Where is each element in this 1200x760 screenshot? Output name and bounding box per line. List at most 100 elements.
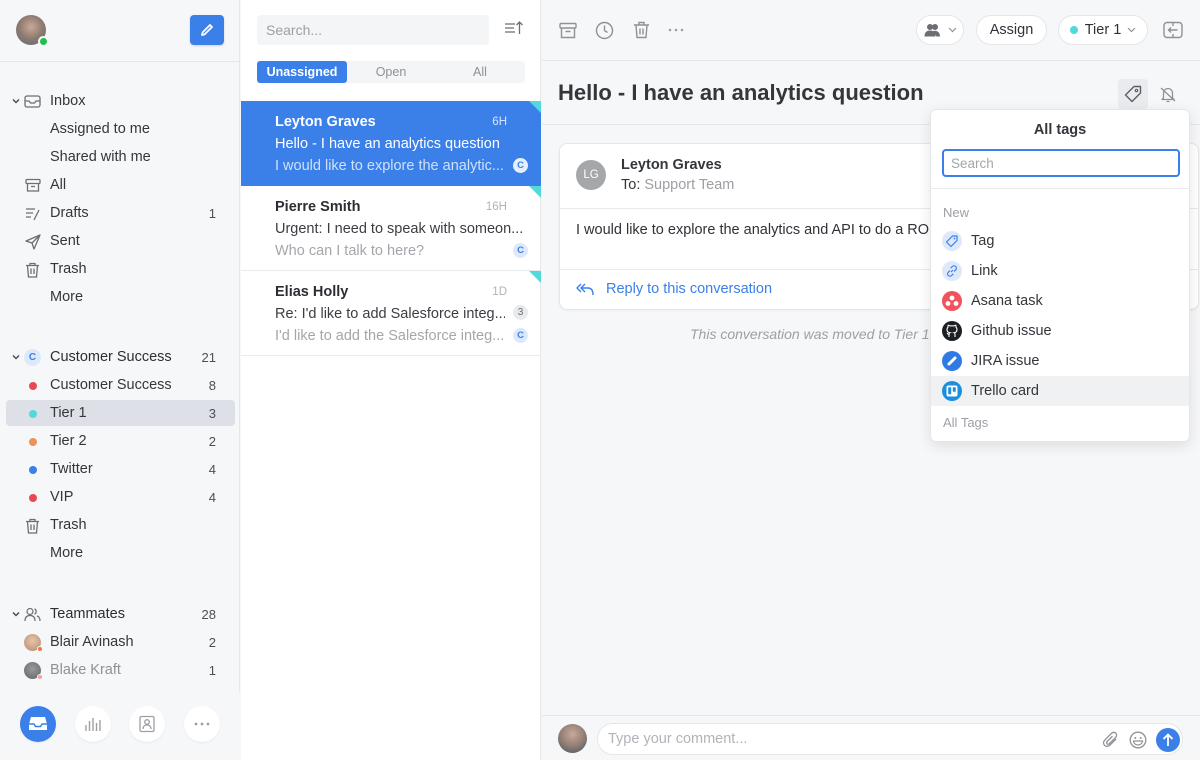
attach-button[interactable] bbox=[1102, 731, 1120, 749]
sidebar-item-teammates[interactable]: Teammates 28 bbox=[6, 601, 235, 627]
conversation-subject-title: Hello - I have an analytics question bbox=[558, 80, 924, 105]
sidebar-item-teammate-blake-kraft[interactable]: Blake Kraft 1 bbox=[6, 657, 235, 683]
status-filter-tabs: Unassigned Open All bbox=[257, 61, 525, 83]
new-asana-task-item[interactable]: Asana task bbox=[931, 286, 1189, 316]
more-actions-button[interactable] bbox=[666, 20, 686, 40]
teammate-avatar bbox=[24, 662, 43, 680]
recipient-name: Support Team bbox=[644, 177, 735, 193]
nav-more-button[interactable] bbox=[184, 706, 220, 742]
inbox-color-dot bbox=[28, 493, 37, 502]
sidebar-item-team-trash[interactable]: Trash bbox=[6, 512, 235, 538]
status-indicator bbox=[37, 646, 43, 652]
asana-icon bbox=[942, 291, 962, 311]
inbox-move-label: Tier 1 bbox=[1084, 22, 1122, 38]
menu-item-label: Trello card bbox=[971, 383, 1039, 399]
trash-icon bbox=[24, 261, 41, 278]
compose-button[interactable] bbox=[190, 15, 224, 45]
conversation-event-text: This conversation was moved to Tier 1 bbox=[690, 326, 930, 342]
nav-contacts-button[interactable] bbox=[129, 706, 165, 742]
new-tag-item[interactable]: Tag bbox=[931, 226, 1189, 256]
chevron-down-icon[interactable] bbox=[10, 608, 22, 620]
archive-button[interactable] bbox=[558, 20, 578, 40]
sidebar-item-label: Shared with me bbox=[50, 149, 151, 165]
user-avatar[interactable] bbox=[16, 15, 49, 47]
chevron-down-icon[interactable] bbox=[10, 95, 22, 107]
sidebar-item-label: Assigned to me bbox=[50, 121, 150, 137]
sidebar-item-label: Customer Success bbox=[50, 349, 172, 365]
sidebar-item-team-customer-success[interactable]: C Customer Success 21 bbox=[6, 344, 235, 370]
sidebar-item-twitter[interactable]: Twitter 4 bbox=[6, 456, 235, 482]
team-badge: C bbox=[513, 328, 528, 343]
new-link-item[interactable]: Link bbox=[931, 256, 1189, 286]
chevron-down-icon[interactable] bbox=[10, 351, 22, 363]
conversation-item[interactable]: Pierre Smith 16H Urgent: I need to speak… bbox=[241, 186, 541, 271]
sidebar-item-drafts[interactable]: Drafts 1 bbox=[6, 200, 235, 226]
sidebar-item-label: More bbox=[50, 545, 84, 561]
color-dot-icon bbox=[24, 433, 41, 450]
sidebar-item-tier-2[interactable]: Tier 2 2 bbox=[6, 428, 235, 454]
section-label-new: New bbox=[943, 205, 970, 220]
toggle-sidebar-button[interactable] bbox=[1163, 20, 1183, 40]
comment-input[interactable] bbox=[597, 723, 1183, 755]
tab-unassigned[interactable]: Unassigned bbox=[257, 61, 347, 83]
sidebar-item-count: 3 bbox=[208, 406, 216, 421]
sidebar-item-tier-1[interactable]: Tier 1 3 bbox=[6, 400, 235, 426]
sidebar-item-inbox[interactable]: Inbox bbox=[6, 88, 235, 114]
tags-button[interactable] bbox=[1118, 79, 1148, 109]
sidebar-item-teammate-blair-avinash[interactable]: Blair Avinash 2 bbox=[6, 629, 235, 655]
tag-corner-indicator bbox=[529, 186, 541, 198]
tags-popover: All tags New Tag Link Asana task Github … bbox=[930, 109, 1190, 442]
clock-icon bbox=[595, 21, 613, 39]
tab-open[interactable]: Open bbox=[347, 61, 435, 83]
sidebar-item-label: VIP bbox=[50, 489, 74, 505]
section-label-all-tags[interactable]: All Tags bbox=[943, 415, 988, 430]
reply-link[interactable]: Reply to this conversation bbox=[576, 281, 772, 297]
inbox-move-dropdown[interactable]: Tier 1 bbox=[1058, 15, 1148, 45]
sidebar-item-team-more[interactable]: More bbox=[6, 540, 235, 566]
new-github-issue-item[interactable]: Github issue bbox=[931, 316, 1189, 346]
snooze-button[interactable] bbox=[594, 20, 614, 40]
sidebar: Inbox Assigned to me Shared with me All … bbox=[0, 0, 240, 760]
conversation-time: 6H bbox=[492, 116, 507, 128]
chevron-down-icon bbox=[948, 27, 956, 33]
new-trello-card-item[interactable]: Trello card bbox=[931, 376, 1189, 406]
tag-corner-indicator bbox=[529, 101, 541, 113]
sidebar-item-customer-success[interactable]: Customer Success 8 bbox=[6, 372, 235, 398]
conversation-search-input[interactable] bbox=[257, 15, 489, 45]
user-avatar bbox=[558, 724, 587, 753]
assign-button[interactable]: Assign bbox=[976, 15, 1047, 45]
delete-button[interactable] bbox=[631, 20, 651, 40]
send-comment-button[interactable] bbox=[1156, 728, 1180, 752]
emoji-button[interactable] bbox=[1129, 731, 1147, 749]
bottom-nav bbox=[0, 690, 240, 760]
mute-button[interactable] bbox=[1156, 82, 1180, 106]
followers-dropdown[interactable] bbox=[916, 15, 964, 45]
sort-button[interactable] bbox=[504, 20, 526, 40]
sidebar-item-assigned-to-me[interactable]: Assigned to me bbox=[6, 116, 235, 142]
sidebar-item-vip[interactable]: VIP 4 bbox=[6, 484, 235, 510]
sidebar-item-trash[interactable]: Trash bbox=[6, 256, 235, 282]
reply-all-icon bbox=[576, 283, 594, 295]
sidebar-item-sent[interactable]: Sent bbox=[6, 228, 235, 254]
sidebar-item-count: 2 bbox=[208, 635, 216, 650]
tag-search-input[interactable] bbox=[942, 149, 1180, 177]
assign-label: Assign bbox=[989, 22, 1034, 38]
trash-icon bbox=[24, 517, 41, 534]
color-dot-icon bbox=[24, 489, 41, 506]
conversation-item[interactable]: Leyton Graves 6H Hello - I have an analy… bbox=[241, 101, 541, 186]
trash-icon bbox=[633, 21, 649, 39]
tag-icon bbox=[942, 231, 962, 251]
nav-analytics-button[interactable] bbox=[75, 706, 111, 742]
conversation-item[interactable]: Elias Holly 1D Re: I'd like to add Sales… bbox=[241, 271, 541, 356]
tab-all[interactable]: All bbox=[435, 61, 525, 83]
menu-item-label: Tag bbox=[971, 233, 995, 249]
pencil-icon bbox=[201, 24, 213, 36]
sidebar-item-shared-with-me[interactable]: Shared with me bbox=[6, 144, 235, 170]
conversation-subject: Hello - I have an analytics question bbox=[275, 136, 500, 152]
new-jira-issue-item[interactable]: JIRA issue bbox=[931, 346, 1189, 376]
sidebar-item-count: 8 bbox=[208, 378, 216, 393]
nav-inbox-button[interactable] bbox=[20, 706, 56, 742]
sidebar-item-more[interactable]: More bbox=[6, 284, 235, 310]
popover-title: All tags bbox=[1033, 122, 1087, 138]
sidebar-item-all[interactable]: All bbox=[6, 172, 235, 198]
